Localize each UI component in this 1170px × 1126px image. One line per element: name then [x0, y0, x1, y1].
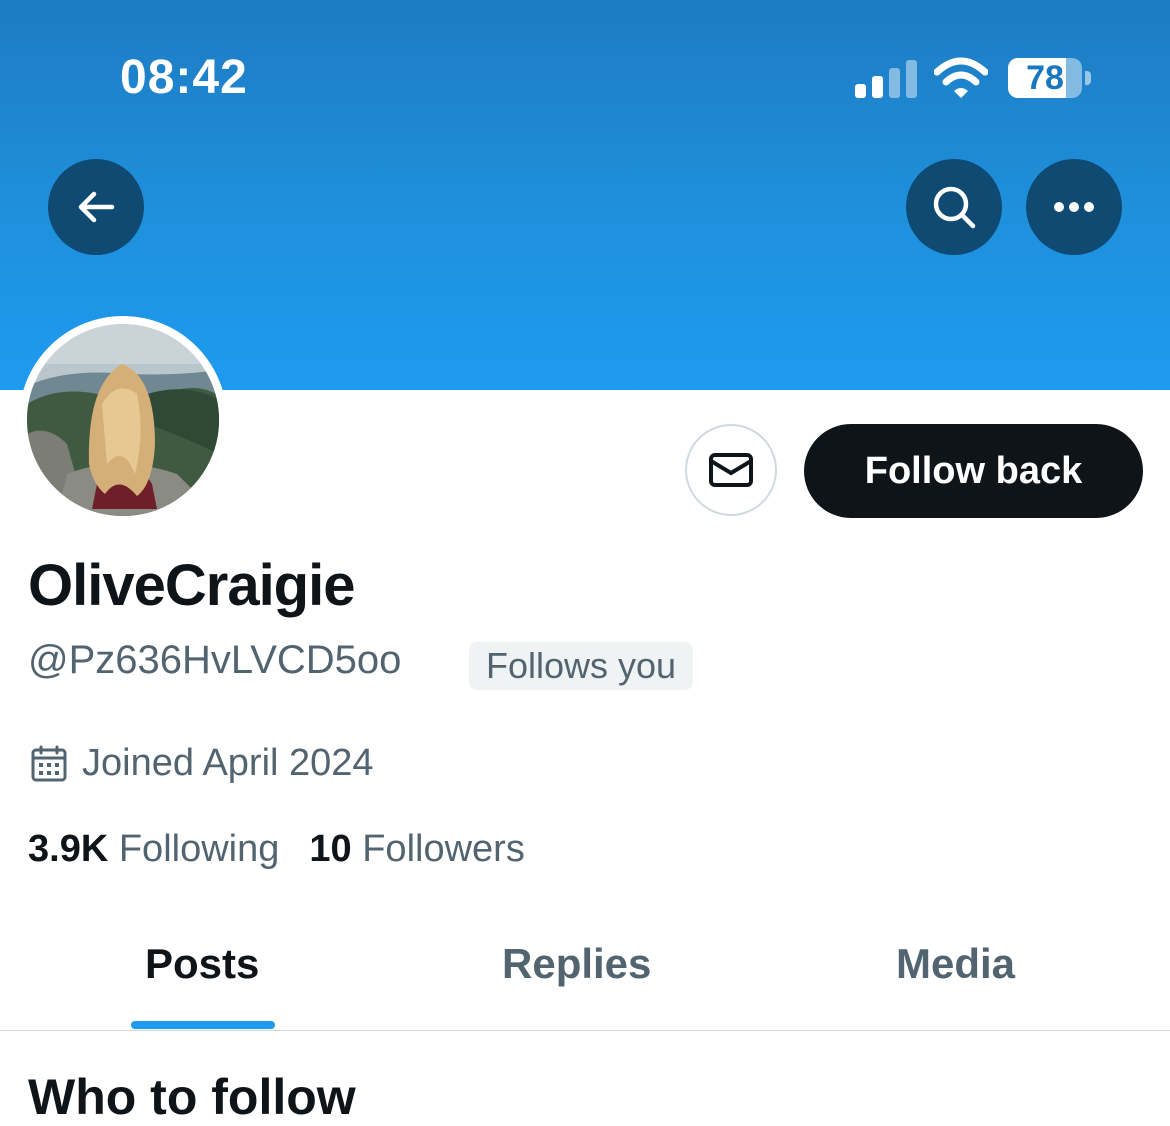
battery-level: 78	[1026, 59, 1064, 97]
user-handle: @Pz636HvLVCD5oo	[28, 638, 402, 682]
tab-media[interactable]: Media	[896, 940, 1015, 988]
wifi-icon	[934, 57, 988, 98]
followers-label: Followers	[362, 828, 525, 870]
search-button[interactable]	[906, 159, 1002, 255]
follows-you-badge: Follows you	[469, 642, 694, 690]
follow-stats: 3.9K Following 10 Followers	[28, 828, 525, 871]
envelope-icon	[709, 453, 753, 487]
followers-count: 10	[309, 828, 352, 870]
battery-nub	[1085, 71, 1091, 85]
back-button[interactable]	[48, 159, 144, 255]
more-button[interactable]	[1026, 159, 1122, 255]
search-icon	[933, 186, 976, 229]
joined-label: Joined April 2024	[82, 742, 374, 784]
followers-link[interactable]: 10 Followers	[309, 828, 524, 871]
follow-back-button[interactable]: Follow back	[804, 424, 1143, 518]
who-to-follow-heading: Who to follow	[28, 1069, 356, 1125]
battery-icon: 78	[1008, 58, 1082, 98]
avatar-image	[27, 324, 219, 516]
avatar[interactable]	[19, 316, 227, 524]
profile-tabs: Posts Replies Media	[0, 920, 1170, 1030]
tab-replies[interactable]: Replies	[502, 940, 651, 988]
tab-divider	[0, 1030, 1170, 1031]
active-tab-indicator	[131, 1021, 275, 1029]
message-button[interactable]	[685, 424, 777, 516]
following-count: 3.9K	[28, 828, 109, 870]
status-time: 08:42	[120, 51, 248, 104]
cellular-signal-icon	[855, 58, 917, 98]
joined-date: Joined April 2024	[30, 742, 374, 785]
following-label: Following	[118, 828, 280, 870]
calendar-icon	[31, 745, 67, 781]
tab-posts[interactable]: Posts	[145, 940, 259, 988]
more-horizontal-icon	[1054, 202, 1094, 212]
following-link[interactable]: 3.9K Following	[28, 828, 279, 871]
arrow-left-icon	[78, 191, 115, 223]
display-name: OliveCraigie	[28, 553, 355, 618]
